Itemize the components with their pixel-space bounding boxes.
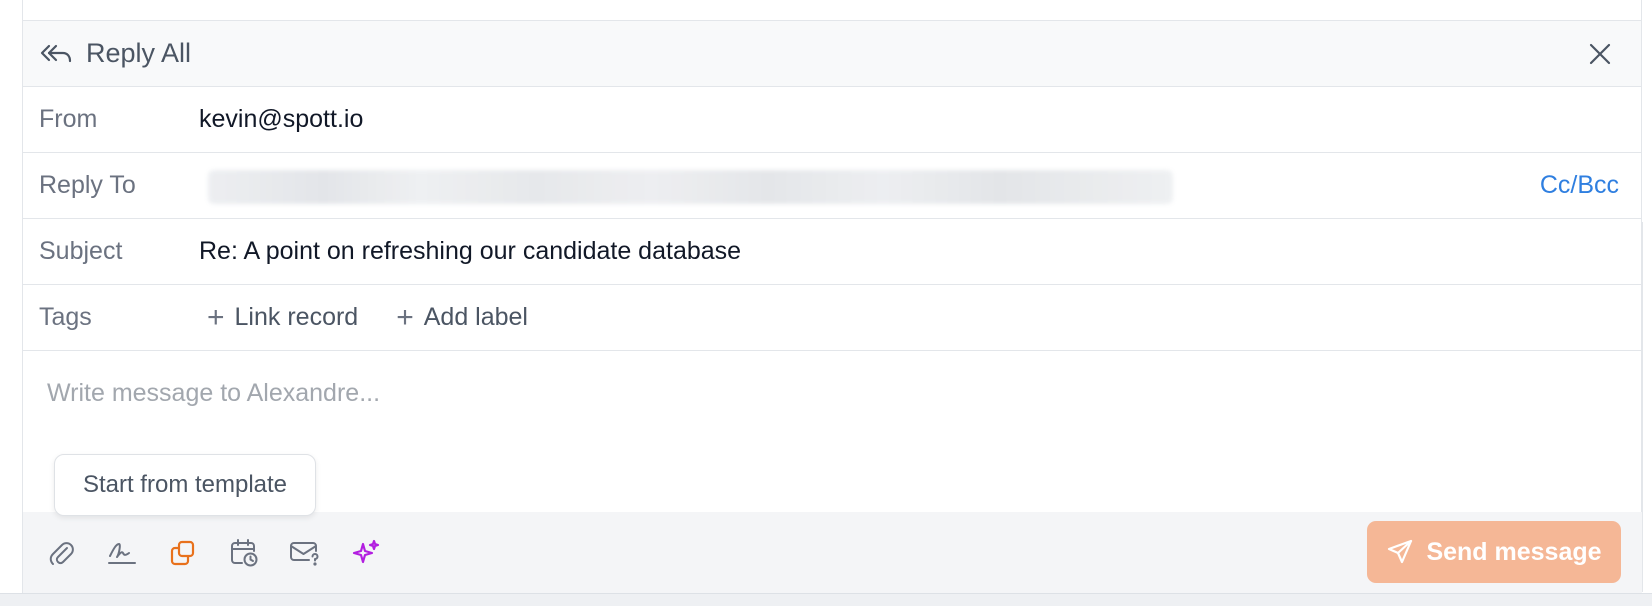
add-label-button[interactable]: + Add label xyxy=(396,300,528,334)
reply-to-row: Reply To Cc/Bcc xyxy=(23,153,1641,219)
link-record-label: Link record xyxy=(234,303,359,331)
from-row: From kevin@spott.io xyxy=(23,87,1641,153)
schedule-send-icon[interactable] xyxy=(227,536,261,570)
subject-label: Subject xyxy=(39,237,123,265)
left-panel-edge xyxy=(0,0,23,606)
from-label: From xyxy=(39,105,98,133)
reply-to-label: Reply To xyxy=(39,171,136,199)
tags-row: Tags + Link record + Add label xyxy=(23,285,1641,351)
composer-top-spacer xyxy=(23,0,1641,21)
plus-icon: + xyxy=(207,300,225,334)
message-placeholder: Write message to Alexandre... xyxy=(47,379,381,407)
reply-to-recipients-redacted[interactable] xyxy=(208,170,1173,204)
composer-title: Reply All xyxy=(86,38,192,68)
send-message-button[interactable]: Send message xyxy=(1367,521,1621,583)
bottom-scroll-area xyxy=(0,593,1652,606)
send-icon xyxy=(1388,539,1413,564)
reply-composer: Reply All From kevin@spott.io Reply To C… xyxy=(23,0,1642,593)
signature-icon[interactable] xyxy=(105,536,139,570)
templates-icon[interactable] xyxy=(166,536,200,570)
email-question-icon[interactable] xyxy=(288,536,322,570)
paperclip-icon[interactable] xyxy=(44,536,78,570)
start-from-template-button[interactable]: Start from template xyxy=(54,454,316,516)
subject-row: Subject Re: A point on refreshing our ca… xyxy=(23,219,1641,285)
add-label-label: Add label xyxy=(423,303,528,331)
composer-toolbar: Send message xyxy=(23,512,1642,593)
from-value[interactable]: kevin@spott.io xyxy=(199,105,363,134)
right-panel-edge xyxy=(1642,222,1652,592)
tags-label: Tags xyxy=(39,303,92,331)
subject-input[interactable]: Re: A point on refreshing our candidate … xyxy=(199,237,741,266)
close-icon[interactable] xyxy=(1587,41,1613,67)
link-record-button[interactable]: + Link record xyxy=(207,300,359,334)
reply-all-icon xyxy=(40,42,72,66)
composer-header: Reply All xyxy=(23,21,1641,87)
cc-bcc-link[interactable]: Cc/Bcc xyxy=(1540,171,1619,200)
plus-icon: + xyxy=(396,300,414,334)
ai-sparkle-icon[interactable] xyxy=(349,536,383,570)
message-body[interactable]: Write message to Alexandre... Start from… xyxy=(23,351,1641,516)
send-message-label: Send message xyxy=(1426,537,1602,566)
